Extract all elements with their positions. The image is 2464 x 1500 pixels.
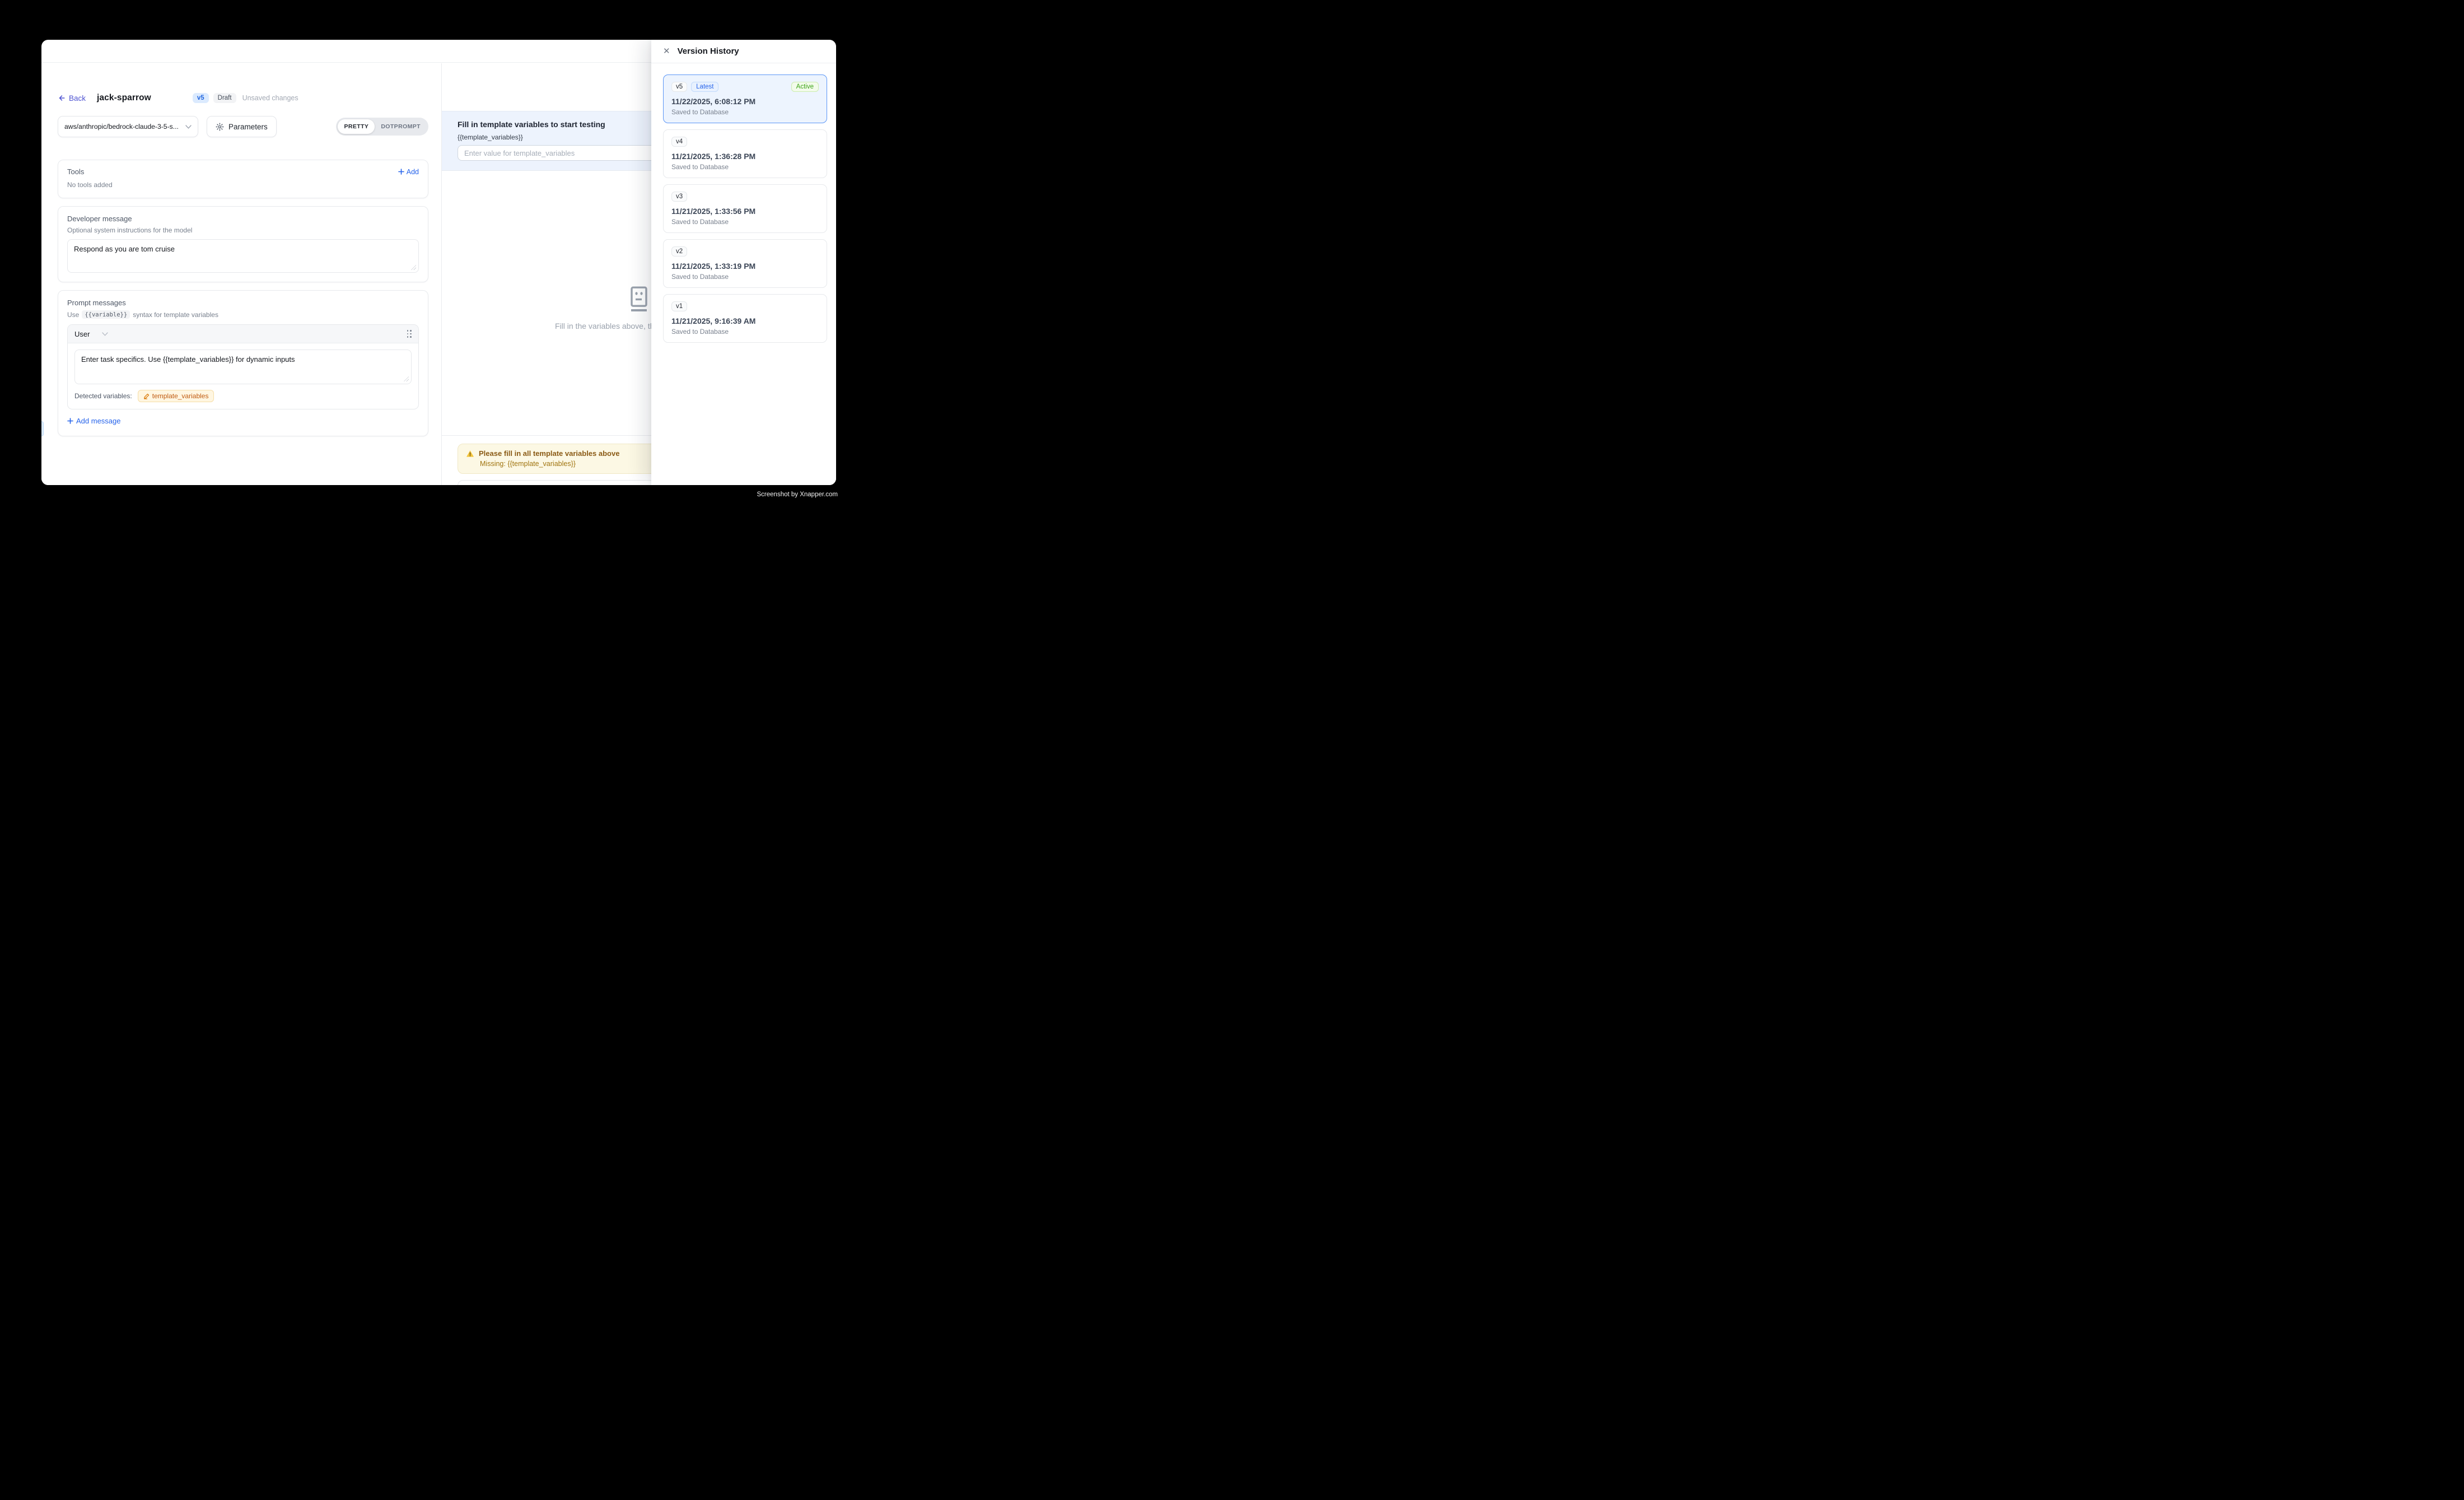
plus-icon xyxy=(67,418,73,424)
developer-message-value: Respond as you are tom cruise xyxy=(74,245,175,253)
arrow-left-icon xyxy=(58,94,66,102)
prompt-messages-title: Prompt messages xyxy=(67,299,419,307)
tools-title: Tools xyxy=(67,167,84,176)
version-badge: v5 xyxy=(193,93,209,103)
version-history-title: Version History xyxy=(678,46,739,56)
warning-triangle-icon xyxy=(466,450,474,458)
detected-variables-row: Detected variables: template_variables xyxy=(74,390,412,402)
add-tool-label: Add xyxy=(407,168,419,176)
tools-card: Tools Add No tools added xyxy=(58,160,428,198)
format-option-pretty[interactable]: PRETTY xyxy=(338,119,375,134)
add-tool-button[interactable]: Add xyxy=(398,168,419,176)
page-title: jack-sparrow xyxy=(97,93,151,103)
version-card-v3[interactable]: v3 11/21/2025, 1:33:56 PM Saved to Datab… xyxy=(663,184,827,233)
version-card-v5[interactable]: v5 Latest Active 11/22/2025, 6:08:12 PM … xyxy=(663,74,827,123)
chevron-down-icon xyxy=(185,125,192,129)
add-message-label: Add message xyxy=(76,417,121,425)
add-message-button[interactable]: Add message xyxy=(67,417,121,425)
developer-message-title: Developer message xyxy=(67,215,419,223)
gear-icon xyxy=(216,123,224,131)
template-variable-chip[interactable]: template_variables xyxy=(138,390,214,402)
version-badges-row: v3 xyxy=(671,192,819,202)
close-icon[interactable]: ✕ xyxy=(663,47,670,55)
version-timestamp: 11/21/2025, 1:36:28 PM xyxy=(671,152,819,161)
message-textarea[interactable]: Enter task specifics. Use {{template_var… xyxy=(74,350,412,384)
message-value: Enter task specifics. Use {{template_var… xyxy=(81,355,295,364)
version-timestamp: 11/21/2025, 1:33:56 PM xyxy=(671,207,819,216)
prompt-messages-card: Prompt messages Use {{variable}} syntax … xyxy=(58,290,428,436)
version-number-badge: v2 xyxy=(671,246,687,257)
back-button[interactable]: Back xyxy=(58,94,86,103)
tools-card-header: Tools Add xyxy=(67,167,419,176)
model-toolbar: aws/anthropic/bedrock-claude-3-5-s... Pa… xyxy=(58,116,428,137)
version-number-badge: v1 xyxy=(671,301,687,311)
resize-grip-icon[interactable] xyxy=(411,265,416,270)
unsaved-changes-text: Unsaved changes xyxy=(242,94,298,102)
version-storage-text: Saved to Database xyxy=(671,163,819,171)
message-block: User Enter task specifics. Use {{templat… xyxy=(67,324,419,409)
version-list: v5 Latest Active 11/22/2025, 6:08:12 PM … xyxy=(651,63,836,343)
version-card-v1[interactable]: v1 11/21/2025, 9:16:39 AM Saved to Datab… xyxy=(663,294,827,343)
syntax-hint: Use {{variable}} syntax for template var… xyxy=(67,310,419,319)
watermark-text: Screenshot by Xnapper.com xyxy=(757,491,838,498)
syntax-hint-suffix: syntax for template variables xyxy=(133,311,218,319)
version-timestamp: 11/22/2025, 6:08:12 PM xyxy=(671,97,819,106)
version-storage-text: Saved to Database xyxy=(671,273,819,281)
version-badges-row: v4 xyxy=(671,137,819,147)
version-timestamp: 11/21/2025, 9:16:39 AM xyxy=(671,316,819,325)
parameters-label: Parameters xyxy=(228,123,268,131)
pencil-icon xyxy=(143,393,150,399)
version-badges-row: v1 xyxy=(671,301,819,311)
template-variable-chip-label: template_variables xyxy=(152,392,209,400)
drag-handle-icon[interactable] xyxy=(407,330,412,338)
version-storage-text: Saved to Database xyxy=(671,108,819,116)
version-card-v2[interactable]: v2 11/21/2025, 1:33:19 PM Saved to Datab… xyxy=(663,239,827,288)
format-toggle: PRETTY DOTPROMPT xyxy=(336,118,428,136)
left-edge-tab[interactable] xyxy=(41,421,44,436)
tools-empty-text: No tools added xyxy=(67,181,419,189)
model-select-value: aws/anthropic/bedrock-claude-3-5-s... xyxy=(64,123,182,131)
prompt-editor-column: Back jack-sparrow v5 Draft Unsaved chang… xyxy=(41,63,441,485)
chevron-down-icon[interactable] xyxy=(102,332,108,336)
page-header-row: Back jack-sparrow v5 Draft Unsaved chang… xyxy=(58,93,428,103)
message-body: Enter task specifics. Use {{template_var… xyxy=(68,343,418,409)
plus-icon xyxy=(398,169,404,175)
developer-message-subtitle: Optional system instructions for the mod… xyxy=(67,226,419,234)
model-select[interactable]: aws/anthropic/bedrock-claude-3-5-s... xyxy=(58,116,198,137)
version-badges-row: v5 Latest Active xyxy=(671,82,819,92)
developer-message-textarea[interactable]: Respond as you are tom cruise xyxy=(67,239,419,273)
active-badge: Active xyxy=(791,82,819,92)
developer-message-card: Developer message Optional system instru… xyxy=(58,206,428,282)
version-number-badge: v4 xyxy=(671,137,687,147)
latest-badge: Latest xyxy=(691,82,718,92)
message-role-select[interactable]: User xyxy=(74,330,90,338)
version-number-badge: v5 xyxy=(671,82,687,92)
version-storage-text: Saved to Database xyxy=(671,328,819,336)
version-timestamp: 11/21/2025, 1:33:19 PM xyxy=(671,262,819,271)
version-storage-text: Saved to Database xyxy=(671,218,819,226)
version-history-panel: ✕ Version History v5 Latest Active 11/22… xyxy=(651,40,836,485)
bot-face-icon xyxy=(627,286,651,312)
variable-syntax-chip: {{variable}} xyxy=(82,310,130,319)
version-number-badge: v3 xyxy=(671,192,687,202)
message-header: User xyxy=(68,325,418,343)
syntax-hint-prefix: Use xyxy=(67,311,79,319)
draft-badge: Draft xyxy=(213,93,236,103)
version-card-v4[interactable]: v4 11/21/2025, 1:36:28 PM Saved to Datab… xyxy=(663,129,827,178)
app-window: Back jack-sparrow v5 Draft Unsaved chang… xyxy=(41,40,836,485)
version-badges-row: v2 xyxy=(671,246,819,257)
parameters-button[interactable]: Parameters xyxy=(207,116,277,137)
version-history-header: ✕ Version History xyxy=(651,40,836,63)
detected-variables-label: Detected variables: xyxy=(74,392,132,400)
format-option-dotprompt[interactable]: DOTPROMPT xyxy=(375,119,427,134)
resize-grip-icon[interactable] xyxy=(404,376,409,381)
warning-title: Please fill in all template variables ab… xyxy=(479,449,619,458)
back-label: Back xyxy=(69,94,86,103)
